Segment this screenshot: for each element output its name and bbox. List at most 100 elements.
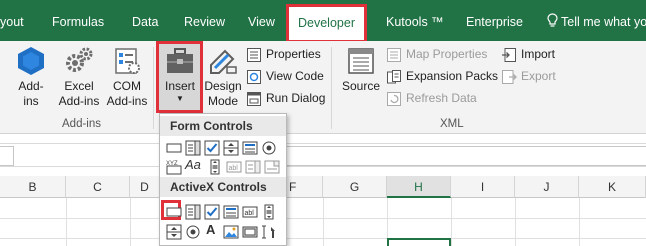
- xml-group-label: XML: [440, 118, 464, 130]
- activex-option-button-icon[interactable]: [185, 224, 201, 240]
- group-separator: [153, 47, 154, 129]
- com-addins-icon: [115, 48, 140, 74]
- column-gridline: [451, 198, 452, 246]
- expansion-packs-label: Expansion Packs: [406, 69, 499, 83]
- tab-formulas[interactable]: Formulas: [52, 0, 104, 41]
- column-gridline: [130, 198, 131, 246]
- column-header-i[interactable]: I: [451, 176, 515, 198]
- refresh-data-label: Refresh Data: [406, 91, 477, 105]
- active-cell[interactable]: [387, 238, 451, 246]
- source-label: Source: [341, 79, 381, 93]
- combo-dropdown-edit-icon-disabled[interactable]: [264, 159, 280, 175]
- addins-group-label: Add-ins: [62, 118, 101, 130]
- view-code-button[interactable]: View Code: [246, 66, 324, 86]
- tab-page-layout[interactable]: yout: [0, 0, 24, 41]
- activex-image-icon[interactable]: [223, 224, 239, 240]
- properties-label: Properties: [266, 47, 321, 61]
- svg-text:abl: abl: [229, 165, 239, 172]
- com-addins-label-2: Add-ins: [106, 94, 148, 108]
- map-properties-button[interactable]: Map Properties: [386, 44, 487, 64]
- activex-combo-box-icon[interactable]: [185, 204, 201, 220]
- view-code-icon: [247, 69, 261, 84]
- excel-addins-button[interactable]: Excel Add-ins: [56, 46, 102, 109]
- tab-developer[interactable]: Developer: [286, 4, 367, 43]
- more-controls-icon[interactable]: [261, 224, 277, 240]
- insert-label: Insert: [164, 79, 195, 93]
- name-box[interactable]: [0, 146, 14, 166]
- run-dialog-icon: [247, 91, 261, 106]
- scroll-bar-icon[interactable]: [207, 159, 223, 175]
- com-addins-label-1: COM: [113, 79, 141, 93]
- column-gridline: [515, 198, 516, 246]
- activex-check-box-icon[interactable]: [204, 204, 220, 220]
- tab-kutools[interactable]: Kutools ™: [386, 0, 444, 41]
- option-button-icon[interactable]: [261, 140, 277, 156]
- expansion-packs-button[interactable]: Expansion Packs: [386, 66, 498, 86]
- activex-spin-button-icon[interactable]: [166, 224, 182, 240]
- activex-controls-header: ActiveX Controls: [160, 177, 286, 197]
- addins-hexagon-icon: [18, 47, 44, 75]
- button-control-icon[interactable]: [166, 140, 182, 156]
- tab-data[interactable]: Data: [132, 0, 158, 41]
- addins-label-1: Add-: [18, 79, 44, 93]
- activex-text-box-icon[interactable]: abl: [242, 204, 258, 220]
- column-gridline: [66, 198, 67, 246]
- column-header-g[interactable]: G: [323, 176, 387, 198]
- column-header-c[interactable]: C: [66, 176, 130, 198]
- column-header-b[interactable]: B: [0, 176, 66, 198]
- label-control-icon[interactable]: Aa: [185, 157, 205, 173]
- addins-label-2: ins: [23, 94, 39, 108]
- column-header-d[interactable]: D: [130, 176, 160, 198]
- formula-input[interactable]: [285, 146, 646, 166]
- activex-label-icon[interactable]: A: [206, 222, 222, 238]
- toolbox-icon: [167, 48, 193, 73]
- design-mode-icon: [210, 49, 237, 74]
- command-button-icon[interactable]: [166, 204, 182, 220]
- properties-button[interactable]: Properties: [246, 44, 321, 64]
- form-controls-header: Form Controls: [160, 116, 286, 136]
- activex-scroll-bar-icon[interactable]: [261, 204, 277, 220]
- check-box-icon[interactable]: [204, 140, 220, 156]
- design-mode-label-1: Design: [204, 79, 242, 93]
- chevron-down-icon: ▼: [176, 94, 184, 103]
- run-dialog-label: Run Dialog: [266, 91, 326, 105]
- source-button[interactable]: Source: [338, 46, 384, 94]
- properties-icon: [247, 47, 261, 62]
- formula-bar-row: [0, 143, 646, 167]
- column-header-h[interactable]: H: [387, 176, 451, 198]
- map-properties-icon: [387, 47, 401, 62]
- design-mode-button[interactable]: Design Mode: [204, 46, 242, 109]
- export-icon: [502, 69, 517, 84]
- combo-list-edit-icon-disabled[interactable]: [245, 159, 261, 175]
- combo-box-icon[interactable]: [185, 140, 201, 156]
- export-button[interactable]: Export: [501, 66, 556, 86]
- tab-view[interactable]: View: [248, 0, 275, 41]
- spin-button-icon[interactable]: [223, 140, 239, 156]
- activex-toggle-button-icon[interactable]: [242, 224, 258, 240]
- addins-button[interactable]: Add- ins: [14, 46, 48, 109]
- tab-review[interactable]: Review: [184, 0, 225, 41]
- run-dialog-button[interactable]: Run Dialog: [246, 88, 325, 108]
- ribbon: Add- ins Excel Add-ins COM Add-ins Add-i…: [0, 41, 646, 134]
- excel-addins-label-1: Excel: [64, 79, 94, 93]
- column-header-k[interactable]: K: [579, 176, 646, 198]
- com-addins-button[interactable]: COM Add-ins: [104, 46, 150, 109]
- map-properties-label: Map Properties: [406, 47, 488, 61]
- refresh-data-button[interactable]: Refresh Data: [386, 88, 477, 108]
- tell-me-box[interactable]: Tell me what yo: [547, 0, 646, 41]
- column-header-j[interactable]: J: [515, 176, 579, 198]
- view-code-label: View Code: [266, 69, 324, 83]
- import-button[interactable]: Import: [501, 44, 555, 64]
- activex-list-box-icon[interactable]: [223, 204, 239, 220]
- tab-enterprise[interactable]: Enterprise: [466, 0, 523, 41]
- excel-addins-label-2: Add-ins: [58, 94, 100, 108]
- text-field-icon-disabled[interactable]: abl: [226, 159, 242, 175]
- ribbon-tab-bar: yout Formulas Data Review View Developer…: [0, 0, 646, 43]
- tell-me-label: Tell me what yo: [561, 15, 646, 29]
- list-box-icon[interactable]: [242, 140, 258, 156]
- column-header-f[interactable]: F: [287, 176, 323, 198]
- insert-button-content[interactable]: Insert ▼: [160, 46, 200, 104]
- group-box-icon[interactable]: XYZ: [166, 159, 182, 175]
- lightbulb-icon: [547, 13, 558, 27]
- xml-source-icon: [348, 48, 374, 74]
